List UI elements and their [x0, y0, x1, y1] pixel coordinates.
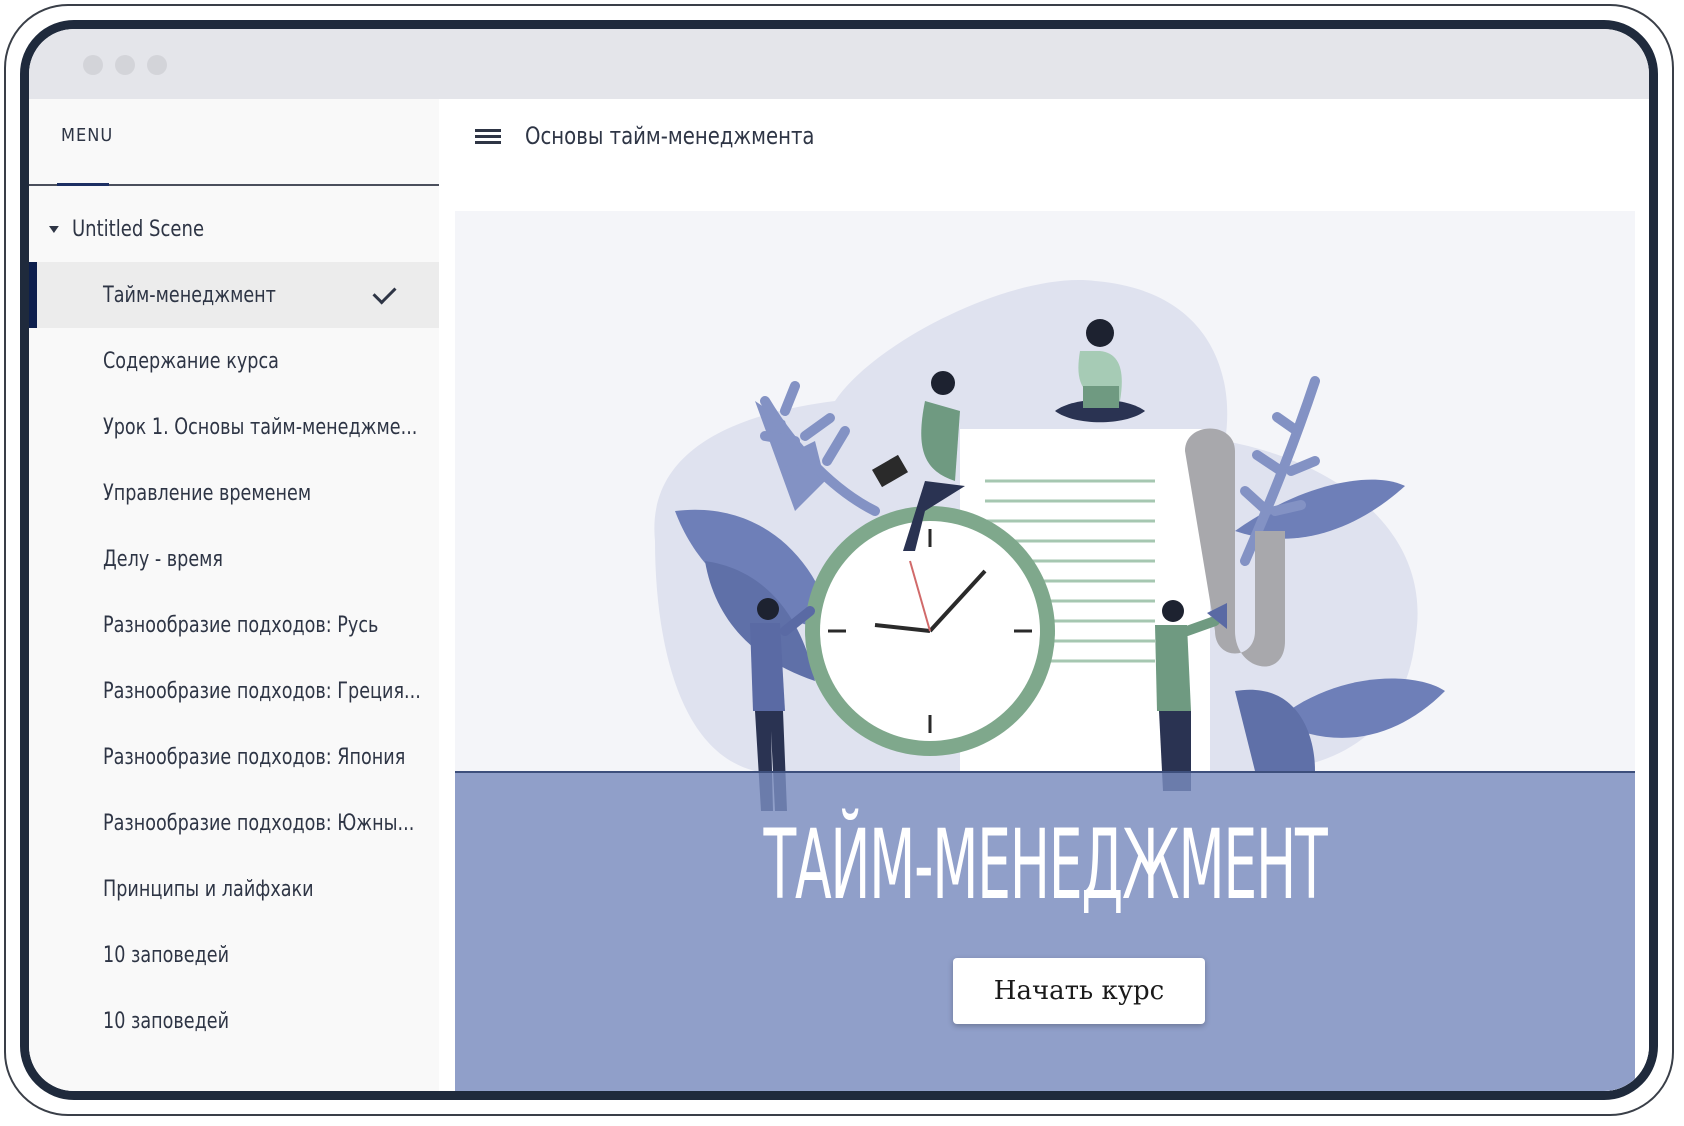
sidebar: MENU Untitled Scene Тайм-менеджмент Содер…: [29, 99, 439, 1091]
sidebar-item-label: Управление временем: [103, 480, 312, 506]
sidebar-item[interactable]: Управление временем: [29, 460, 439, 526]
sidebar-header: MENU: [29, 99, 439, 186]
sidebar-item-label: 10 заповедей: [103, 942, 230, 968]
sidebar-item-label: Разнообразие подходов: Русь: [103, 612, 379, 638]
menu-tab-indicator: [57, 183, 109, 186]
app-window: MENU Untitled Scene Тайм-менеджмент Содер…: [20, 20, 1658, 1100]
sidebar-item[interactable]: Разнообразие подходов: Русь: [29, 592, 439, 658]
window-titlebar: [29, 29, 1649, 99]
start-course-button[interactable]: Начать курс: [953, 958, 1205, 1024]
sidebar-item-label: Делу - время: [103, 546, 224, 572]
window-minimize-dot[interactable]: [115, 55, 135, 75]
window-maximize-dot[interactable]: [147, 55, 167, 75]
sidebar-item-label: Тайм-менеджмент: [103, 282, 276, 308]
sidebar-menu-list: Тайм-менеджмент Содержание курса Урок 1. О…: [29, 262, 439, 1054]
menu-tab[interactable]: MENU: [61, 125, 113, 146]
top-bar: Основы тайм-менеджмента: [439, 99, 1649, 184]
sidebar-item[interactable]: Тайм-менеджмент: [29, 262, 439, 328]
scene-title: Untitled Scene: [71, 216, 205, 242]
sidebar-item[interactable]: Разнообразие подходов: Греция...: [29, 658, 439, 724]
sidebar-item-label: Принципы и лайфхаки: [103, 876, 314, 902]
sidebar-item[interactable]: 10 заповедей: [29, 922, 439, 988]
sidebar-item-label: 10 заповедей: [103, 1008, 230, 1034]
device-frame: MENU Untitled Scene Тайм-менеджмент Содер…: [4, 4, 1674, 1116]
sidebar-item-label: Разнообразие подходов: Греция...: [103, 678, 421, 704]
main-content: Основы тайм-менеджмента ТАЙМ-МЕНЕДЖМЕНТ …: [439, 99, 1649, 1091]
caret-down-icon: [49, 225, 59, 233]
sidebar-item-label: Разнообразие подходов: Южны...: [103, 810, 415, 836]
sidebar-item[interactable]: Урок 1. Основы тайм-менеджме...: [29, 394, 439, 460]
hamburger-menu-icon[interactable]: [475, 129, 501, 145]
scene-toggle[interactable]: Untitled Scene: [49, 209, 204, 249]
sidebar-item[interactable]: Разнообразие подходов: Южны...: [29, 790, 439, 856]
page-title: Основы тайм-менеджмента: [525, 122, 815, 150]
window-close-dot[interactable]: [83, 55, 103, 75]
checkmark-icon: [372, 280, 397, 305]
hero-title: ТАЙМ-МЕНЕДЖМЕНТ: [763, 809, 1328, 921]
sidebar-item[interactable]: Принципы и лайфхаки: [29, 856, 439, 922]
sidebar-item-label: Содержание курса: [103, 348, 279, 374]
sidebar-item-label: Урок 1. Основы тайм-менеджме...: [103, 414, 418, 440]
sidebar-item[interactable]: Содержание курса: [29, 328, 439, 394]
sidebar-item[interactable]: Разнообразие подходов: Япония: [29, 724, 439, 790]
sidebar-item[interactable]: Делу - время: [29, 526, 439, 592]
sidebar-item-label: Разнообразие подходов: Япония: [103, 744, 406, 770]
sidebar-item[interactable]: 10 заповедей: [29, 988, 439, 1054]
slide-stage: ТАЙМ-МЕНЕДЖМЕНТ Начать курс: [455, 211, 1635, 1091]
